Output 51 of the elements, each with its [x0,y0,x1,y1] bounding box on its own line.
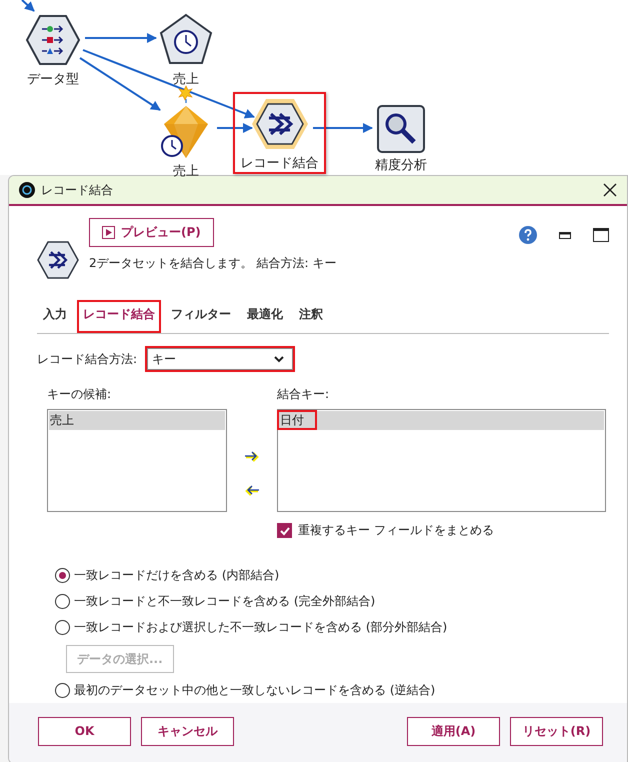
dialog-button[interactable]: キャンセル [141,716,234,746]
radio-button[interactable] [55,683,70,698]
tab[interactable]: 最適化 [241,300,289,333]
list-label: 結合キー: [277,386,330,403]
tab[interactable]: レコード結合 [77,300,161,333]
type-node-icon[interactable] [25,12,81,68]
right-arrow-icon[interactable] [244,450,260,462]
magnifier-node-icon[interactable] [376,104,426,154]
list-item[interactable]: 日付 [279,411,604,430]
connector-arrow [21,0,35,12]
description-text: 2データセットを結合します。 結合方法: キー [89,255,338,272]
tab[interactable]: 入力 [37,300,73,333]
window-title: レコード結合 [41,182,114,198]
node-label: 売上 [173,163,199,180]
connector-arrow [313,123,373,133]
node-label: 精度分析 [375,157,427,174]
tab[interactable]: 注釈 [293,300,329,333]
radio-label: 一致レコードと不一致レコードを含める (完全外部結合) [74,593,376,610]
radio-label: 一致レコードおよび選択した不一致レコードを含める (部分外部結合) [74,619,448,636]
spark-icon [178,85,193,101]
minimize-icon[interactable] [559,230,571,240]
node-label: レコード結合 [240,155,318,172]
method-dropdown[interactable]: キー [147,348,294,370]
dialog-button[interactable]: OK [38,716,131,746]
connector-arrow [85,33,157,43]
dialog-button[interactable]: リセット(R) [510,716,603,746]
help-icon[interactable] [519,226,537,244]
tab[interactable]: フィルター [165,300,237,333]
field-label: レコード結合方法: [37,350,138,368]
radio-label: 最初のデータセット中の他と一致しないレコードを含める (逆結合) [74,682,436,699]
checkbox-label: 重複するキー フィールドをまとめる [298,522,494,539]
list-label: キーの候補: [47,386,112,403]
close-icon[interactable] [603,183,617,197]
dialog-button[interactable]: 適用(A) [407,716,500,746]
merge-icon [37,240,79,280]
play-icon [102,226,115,239]
list-item[interactable]: 売上 [49,411,225,430]
caret-icon [274,356,284,362]
checkbox[interactable] [277,523,292,538]
radio-label: 一致レコードだけを含める (内部結合) [74,567,280,584]
maximize-icon[interactable] [593,228,609,242]
app-icon [19,182,35,198]
preview-button[interactable]: プレビュー(P) [89,218,214,247]
node-label: データ型 [27,71,79,88]
radio-button[interactable] [55,568,70,583]
node-label: 売上 [173,71,199,88]
merge-node-icon[interactable] [250,96,310,152]
left-arrow-icon[interactable] [244,484,260,496]
radio-button[interactable] [55,620,70,635]
radio-button[interactable] [55,594,70,609]
connector-arrow [217,123,253,133]
